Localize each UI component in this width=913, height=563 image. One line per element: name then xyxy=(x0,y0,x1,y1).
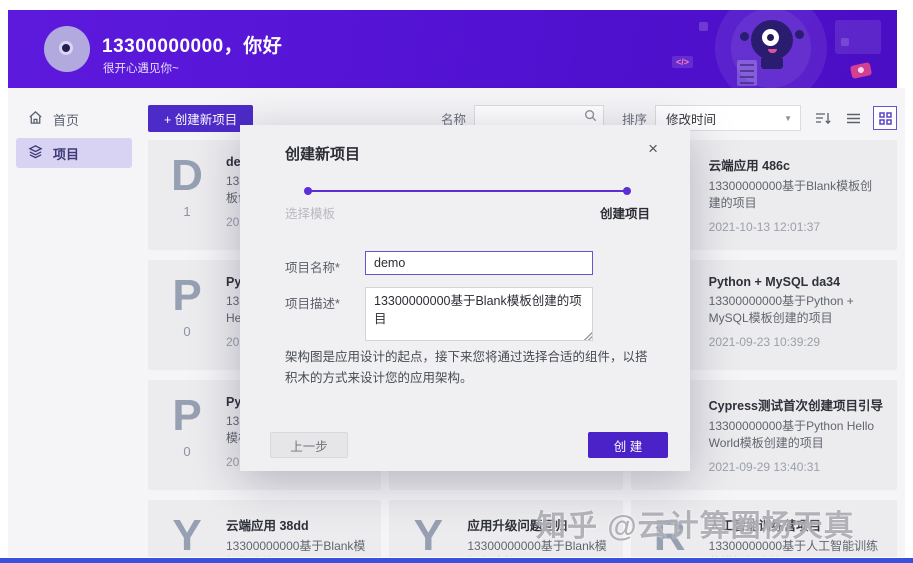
sidebar-item-home[interactable]: 首页 xyxy=(16,104,132,134)
project-title: 云端应用 486c xyxy=(708,159,790,173)
projects-icon xyxy=(28,144,43,162)
previous-step-button[interactable]: 上一步 xyxy=(270,432,348,458)
sidebar-item-label: 项目 xyxy=(53,146,80,162)
step-dot-current xyxy=(623,187,631,195)
project-description: 13300000000基于Python Hello World模板创建的项目 xyxy=(708,419,875,451)
project-avatar-letter: P xyxy=(172,391,202,440)
step-dot-done xyxy=(304,187,312,195)
project-description: 13300000000基于Blank模板创建的项目 xyxy=(708,179,873,211)
chevron-down-icon: ▼ xyxy=(784,113,792,123)
project-title: 云端应用 38dd xyxy=(226,519,309,533)
project-count: 0 xyxy=(183,444,191,460)
close-icon[interactable]: × xyxy=(642,137,664,161)
bottom-accent-bar xyxy=(0,558,913,563)
name-field-label: 项目名称* xyxy=(285,261,340,275)
search-input[interactable] xyxy=(482,111,584,125)
list-view-icon[interactable] xyxy=(846,112,861,125)
sidebar-item-projects[interactable]: 项目 xyxy=(16,138,132,168)
greeting-title: 13300000000，你好 xyxy=(102,36,283,57)
project-avatar-letter: P xyxy=(172,271,202,320)
project-title: Python + MySQL da34 xyxy=(708,275,841,289)
project-avatar-letter: D xyxy=(171,151,203,200)
watermark-text: 知乎 @云计算圈杨天真 xyxy=(536,510,855,543)
document-icon xyxy=(737,60,757,86)
project-name-input[interactable] xyxy=(365,251,593,275)
desc-field-label: 项目描述* xyxy=(285,297,340,311)
project-count: 0 xyxy=(183,324,191,340)
create-project-modal: 创建新项目 × 选择模板 创建项目 项目名称* 项目描述* 1330000000… xyxy=(240,125,690,471)
project-date: 2021-10-13 12:01:37 xyxy=(708,219,821,234)
step-label-create-project: 创建项目 xyxy=(599,207,650,221)
create-button[interactable]: 创 建 xyxy=(588,432,668,458)
code-icon: </> xyxy=(672,56,694,68)
project-title: Cypress测试首次创建项目引导 xyxy=(708,399,883,413)
avatar-robot-icon xyxy=(59,41,73,55)
project-card[interactable]: Y 云端应用 38dd 13300000000基于Blank模板创建的项目 xyxy=(148,500,382,557)
project-description: 13300000000基于Blank模板创建的项目 xyxy=(226,539,366,557)
project-count: 1 xyxy=(183,204,191,220)
create-project-button[interactable]: + 创建新项目 xyxy=(148,104,254,132)
grid-view-icon[interactable] xyxy=(873,106,897,130)
camera-icon xyxy=(849,62,873,79)
sidebar-item-label: 首页 xyxy=(53,112,80,128)
step-label-select-template: 选择模板 xyxy=(285,207,336,221)
project-avatar-letter: Y xyxy=(172,511,202,557)
sidebar: 首页 项目 xyxy=(8,88,140,557)
avatar xyxy=(44,26,90,72)
project-description: 13300000000基于Python + MySQL模板创建的项目 xyxy=(708,294,854,326)
hero-banner: 13300000000，你好 很开心遇见你~ </> xyxy=(8,10,897,88)
stepper xyxy=(304,187,631,195)
home-icon xyxy=(28,110,43,128)
modal-hint-text: 架构图是应用设计的起点，接下来您将通过选择合适的组件，以搭积木的方式来设计您的应… xyxy=(285,350,648,385)
sort-order-icon[interactable] xyxy=(815,111,832,126)
project-avatar-letter: Y xyxy=(413,511,443,557)
robot-head xyxy=(751,20,793,60)
modal-title: 创建新项目 xyxy=(285,146,361,163)
greeting-subtitle: 很开心遇见你~ xyxy=(103,63,179,75)
panel-shape xyxy=(835,20,881,54)
project-date: 2021-09-29 13:40:31 xyxy=(708,459,821,474)
project-date: 2021-09-23 10:39:29 xyxy=(708,334,821,349)
robot-illustration: </> xyxy=(644,10,889,88)
project-desc-textarea[interactable]: 13300000000基于Blank模板创建的项目 xyxy=(365,287,593,341)
